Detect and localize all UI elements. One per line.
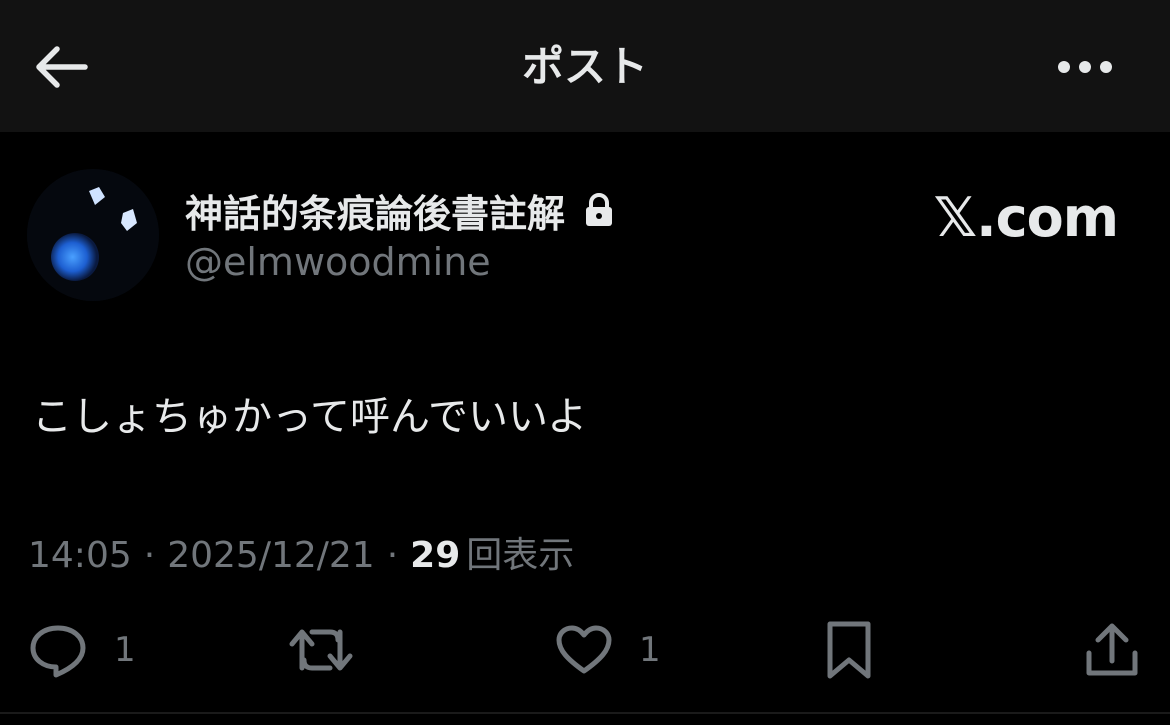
like-button[interactable]: 1 xyxy=(555,610,661,690)
protected-account-indicator xyxy=(583,192,615,228)
lock-icon xyxy=(586,193,613,226)
reply-icon xyxy=(30,625,86,678)
reply-count: 1 xyxy=(114,630,136,670)
author-name-row: 神話的条痕論後書註解 xyxy=(185,184,615,236)
bookmark-button[interactable] xyxy=(824,610,874,690)
post-actions-bar: 1 1 xyxy=(0,610,1170,690)
reply-button[interactable]: 1 xyxy=(28,610,136,690)
author-handle[interactable]: @elmwoodmine xyxy=(185,240,491,284)
repost-button[interactable] xyxy=(288,610,380,690)
post-date: 2025/12/21 xyxy=(167,535,375,576)
page-title: ポスト xyxy=(521,42,648,91)
post-metadata: 14:05 · 2025/12/21 · 29 回表示 xyxy=(28,526,574,578)
post-time: 14:05 xyxy=(28,535,132,576)
brand-watermark: 𝕏.com xyxy=(933,186,1119,249)
more-horizontal-icon xyxy=(1058,61,1112,73)
avatar[interactable] xyxy=(27,169,159,301)
heart-icon xyxy=(556,625,612,674)
share-icon xyxy=(1086,623,1138,676)
repost-icon xyxy=(289,629,353,671)
separator: · xyxy=(143,535,156,576)
separator: · xyxy=(386,535,399,576)
like-count: 1 xyxy=(639,630,661,670)
divider xyxy=(0,712,1170,714)
top-navigation-bar: ポスト xyxy=(0,0,1170,132)
author-display-name[interactable]: 神話的条痕論後書註解 xyxy=(185,183,565,238)
views-count[interactable]: 29 xyxy=(410,535,460,576)
bookmark-icon xyxy=(827,621,871,679)
more-options-button[interactable] xyxy=(1052,38,1118,96)
avatar-image xyxy=(27,169,159,301)
post-text: こしょちゅかって呼んでいいよ xyxy=(32,394,588,440)
share-button[interactable] xyxy=(1084,610,1140,690)
views-label: 回表示 xyxy=(466,535,575,576)
